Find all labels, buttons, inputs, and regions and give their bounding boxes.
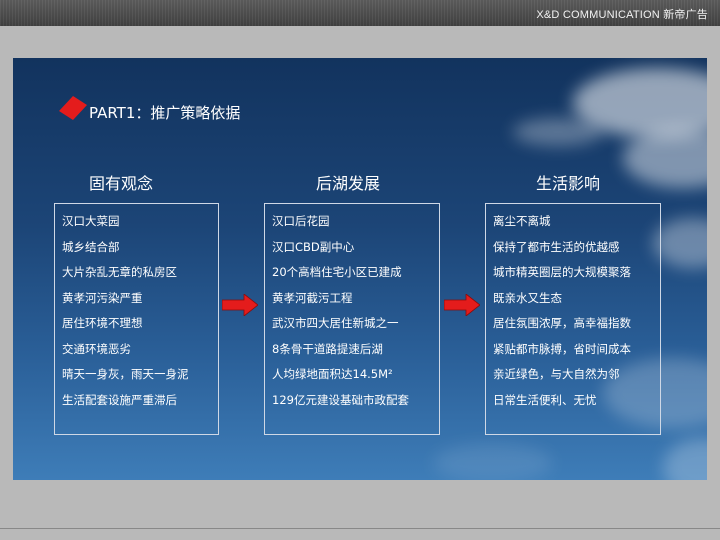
list-item: 汉口后花园	[272, 214, 330, 228]
list-item: 汉口CBD副中心	[272, 239, 355, 254]
list-item: 人均绿地面积达14.5M²	[272, 367, 393, 381]
list-item: 黄孝河截污工程	[272, 290, 353, 305]
footer-divider	[0, 528, 720, 529]
list-item: 129亿元建设基础市政配套	[272, 392, 409, 407]
list-item: 既亲水又生态	[493, 290, 562, 305]
right-arrow-icon	[222, 294, 258, 316]
cloud	[623, 128, 707, 188]
list-item: 保持了都市生活的优越感	[493, 239, 620, 254]
cloud	[663, 438, 707, 480]
column-box-houhu-development: 汉口后花园 汉口CBD副中心 20个高档住宅小区已建成 黄孝河截污工程 武汉市四…	[264, 203, 440, 435]
list-item: 生活配套设施严重滞后	[62, 392, 177, 407]
slide-panel: PART1：推广策略依据 固有观念 后湖发展 生活影响 汉口大菜园 城乡结合部 …	[13, 58, 707, 480]
cloud	[653, 218, 707, 268]
list-item: 晴天一身灰，雨天一身泥	[62, 367, 189, 381]
list-item: 城市精英圈层的大规模聚落	[493, 265, 631, 279]
column-box-existing-perception: 汉口大菜园 城乡结合部 大片杂乱无章的私房区 黄孝河污染严重 居住环境不理想 交…	[54, 203, 219, 435]
list-item: 汉口大菜园	[62, 214, 120, 228]
list-item: 8条骨干道路提速后湖	[272, 341, 383, 356]
list-item: 居住环境不理想	[62, 316, 143, 330]
red-diamond-icon	[59, 96, 87, 120]
brand-logo-text: X&D COMMUNICATION 新帝广告	[536, 9, 708, 21]
list-item: 亲近绿色，与大自然为邻	[493, 367, 620, 381]
cloud	[513, 118, 603, 146]
list-item: 20个高档住宅小区已建成	[272, 265, 402, 279]
list-item: 离尘不离城	[493, 214, 551, 228]
list-item: 武汉市四大居住新城之一	[272, 316, 399, 330]
column-heading-existing-perception: 固有观念	[88, 174, 154, 193]
column-heading-life-impact: 生活影响	[535, 174, 601, 193]
column-box-life-impact: 离尘不离城 保持了都市生活的优越感 城市精英圈层的大规模聚落 既亲水又生态 居住…	[485, 203, 661, 435]
list-item: 紧贴都市脉搏，省时间成本	[493, 341, 631, 356]
list-item: 大片杂乱无章的私房区	[62, 265, 177, 279]
list-item: 城乡结合部	[62, 239, 120, 254]
list-item: 黄孝河污染严重	[62, 290, 143, 305]
list-item: 日常生活便利、无忧	[493, 392, 597, 407]
top-bar: X&D COMMUNICATION 新帝广告	[0, 0, 720, 26]
list-item: 交通环境恶劣	[62, 341, 131, 356]
column-heading-houhu-development: 后湖发展	[315, 174, 381, 193]
slide-title: PART1：推广策略依据	[89, 104, 241, 122]
cloud	[433, 443, 553, 480]
list-item: 居住氛围浓厚，高幸福指数	[493, 316, 631, 330]
right-arrow-icon	[444, 294, 480, 316]
